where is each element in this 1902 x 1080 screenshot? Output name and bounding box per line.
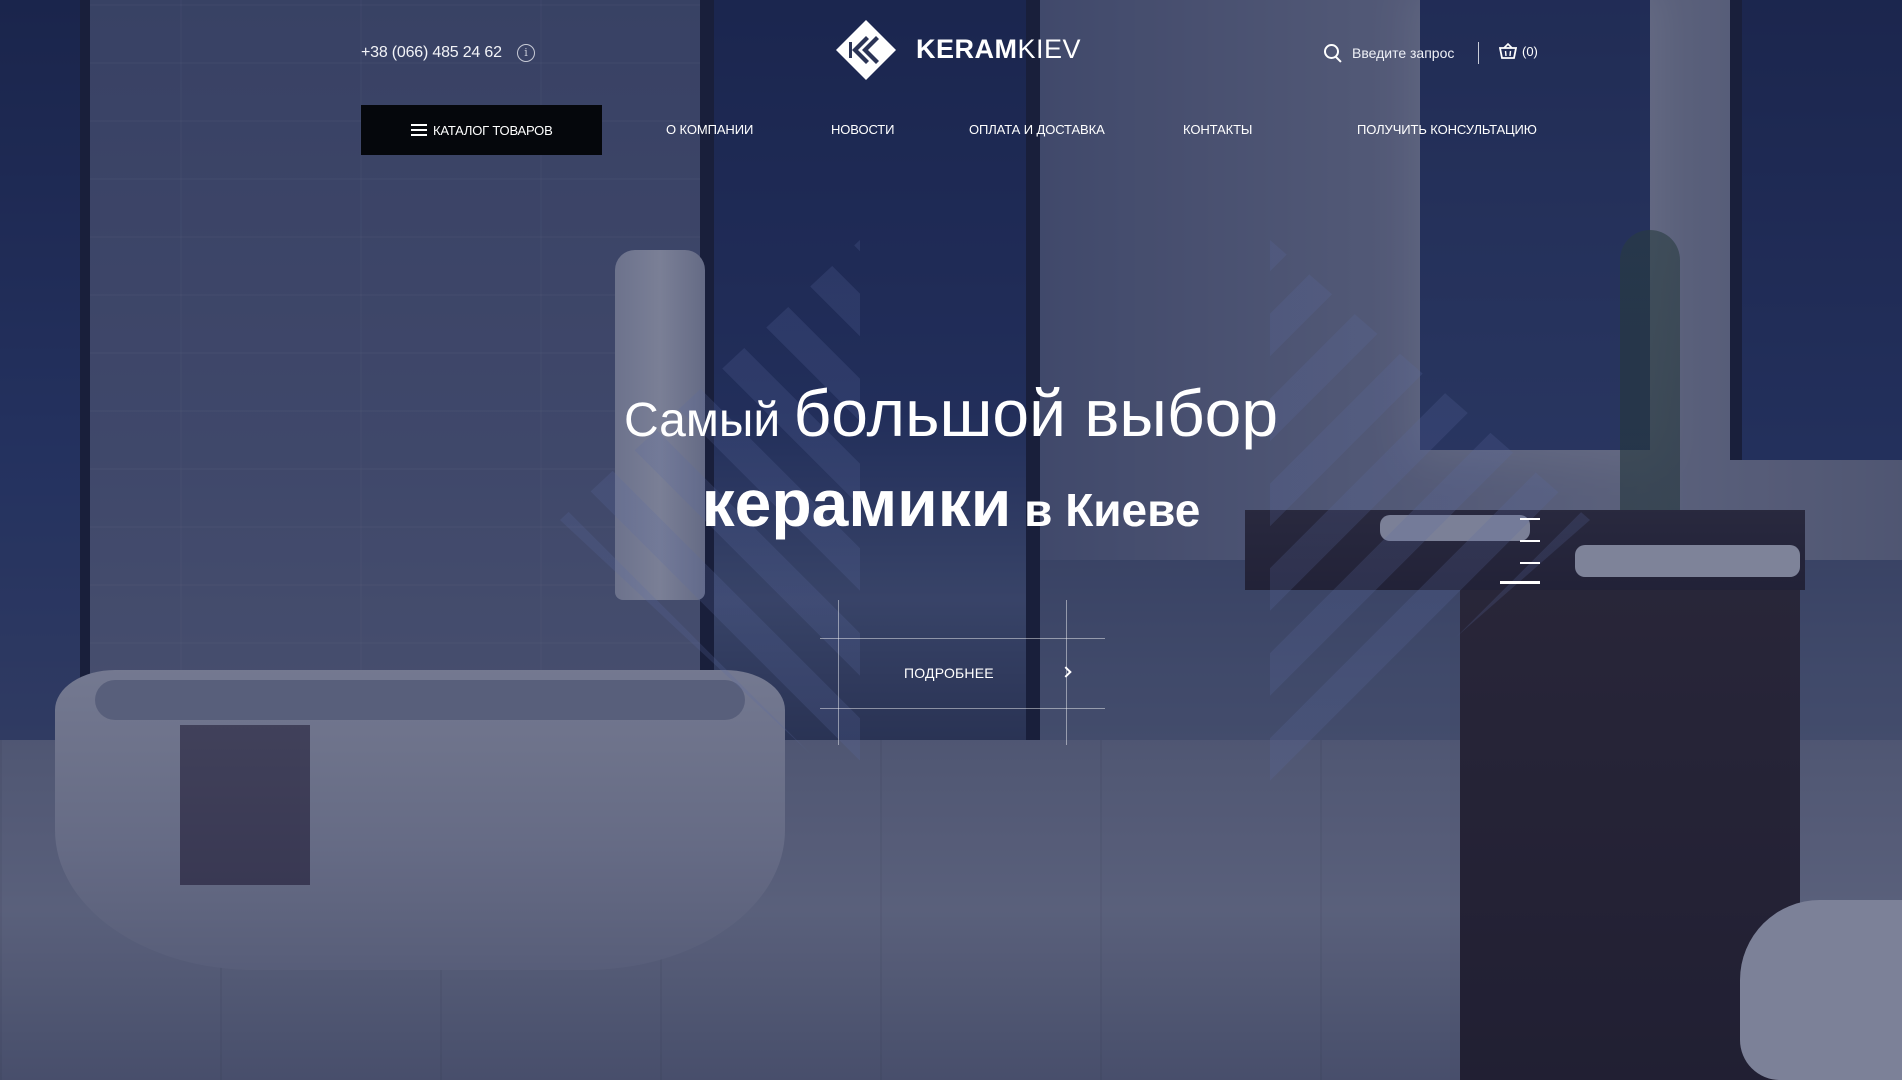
slider-dot-1[interactable] [1520, 518, 1540, 520]
cart-button[interactable]: (0) [1499, 43, 1538, 59]
more-label: ПОДРОБНЕЕ [904, 665, 994, 681]
hero-title-line1: Самый большой выбор [623, 376, 1279, 450]
search-icon[interactable] [1324, 44, 1342, 62]
logo-text: KERAMKIEV [916, 34, 1082, 64]
nav-contacts[interactable]: КОНТАКТЫ [1183, 122, 1252, 137]
nav-about[interactable]: О КОМПАНИИ [666, 122, 753, 137]
hero-title-line2: керамики в Киеве [701, 466, 1201, 540]
menu-icon [411, 124, 427, 136]
nav-consultation[interactable]: ПОЛУЧИТЬ КОНСУЛЬТАЦИЮ [1357, 122, 1537, 137]
site-logo[interactable]: KERAMKIEV [836, 20, 1081, 80]
slider-pager [1498, 518, 1540, 588]
slider-dot-3[interactable] [1520, 562, 1540, 564]
header-divider [1478, 42, 1479, 64]
slider-dot-2[interactable] [1520, 540, 1540, 542]
info-icon[interactable]: i [517, 44, 535, 62]
more-button[interactable]: ПОДРОБНЕЕ [838, 638, 1072, 708]
basket-icon [1499, 43, 1517, 59]
search-input[interactable] [1352, 45, 1472, 61]
slider-dot-4-active[interactable] [1500, 581, 1540, 584]
search-box [1324, 42, 1474, 64]
phone-link[interactable]: +38 (066) 485 24 62 [361, 44, 502, 62]
nav-news[interactable]: НОВОСТИ [831, 122, 895, 137]
logo-mark-icon [836, 20, 896, 80]
catalog-label: КАТАЛОГ ТОВАРОВ [433, 122, 553, 138]
nav-payment-delivery[interactable]: ОПЛАТА И ДОСТАВКА [969, 122, 1105, 137]
catalog-button[interactable]: КАТАЛОГ ТОВАРОВ [361, 105, 602, 155]
site-header: +38 (066) 485 24 62 i KERAMKIEV (0) [0, 0, 1902, 100]
cart-count: (0) [1522, 43, 1538, 59]
